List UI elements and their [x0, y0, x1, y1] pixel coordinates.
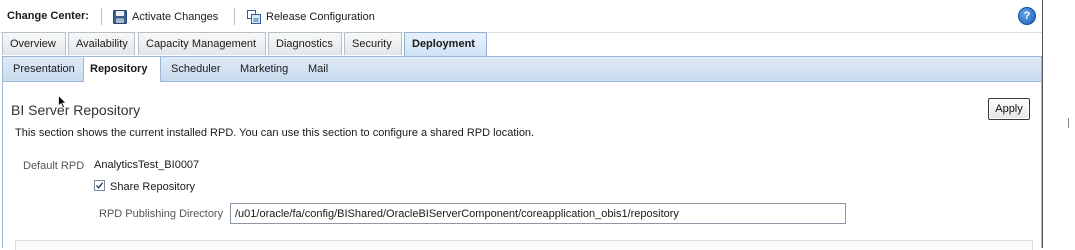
- tab-overview[interactable]: Overview: [2, 32, 66, 55]
- release-configuration-button[interactable]: Release Configuration: [247, 10, 375, 24]
- activate-changes-button[interactable]: Activate Changes: [113, 10, 218, 24]
- resize-grip-icon[interactable]: [1068, 118, 1075, 128]
- activate-changes-label: Activate Changes: [132, 11, 219, 23]
- tab-capacity-management[interactable]: Capacity Management: [138, 32, 266, 55]
- help-icon[interactable]: ?: [1018, 7, 1036, 25]
- tab-availability[interactable]: Availability: [68, 32, 135, 55]
- section-description: This section shows the current installed…: [15, 127, 535, 139]
- change-center-bar: Change Center: Activate Changes Release …: [0, 0, 1042, 33]
- apply-button[interactable]: Apply: [988, 98, 1030, 120]
- divider: [234, 8, 235, 25]
- deployment-subtab-bar: Presentation Repository Scheduler Market…: [2, 56, 1042, 83]
- subtab-scheduler[interactable]: Scheduler: [165, 57, 227, 82]
- tab-security[interactable]: Security: [344, 32, 402, 55]
- default-rpd-value: AnalyticsTest_BI0007: [94, 159, 200, 171]
- share-repository-checkbox[interactable]: [94, 180, 105, 191]
- tab-diagnostics[interactable]: Diagnostics: [268, 32, 342, 55]
- share-repository-label: Share Repository: [110, 181, 195, 193]
- subtab-mail[interactable]: Mail: [302, 57, 334, 82]
- mouse-pointer-icon: [58, 95, 67, 109]
- tab-deployment[interactable]: Deployment: [404, 32, 487, 56]
- default-rpd-label: Default RPD: [23, 160, 85, 172]
- subtab-marketing[interactable]: Marketing: [234, 57, 294, 82]
- subtab-presentation[interactable]: Presentation: [7, 57, 81, 82]
- save-disk-icon: [113, 10, 127, 24]
- bottom-panel: [15, 240, 1033, 250]
- rpd-publishing-directory-input[interactable]: [230, 203, 846, 224]
- checkmark-icon: [95, 182, 104, 189]
- divider: [101, 8, 102, 25]
- section-title: BI Server Repository: [11, 102, 141, 118]
- release-configuration-icon: [247, 10, 261, 24]
- change-center-label: Change Center:: [7, 10, 89, 22]
- release-configuration-label: Release Configuration: [266, 11, 375, 23]
- window-edge: [1042, 0, 1043, 248]
- subtab-repository[interactable]: Repository: [83, 57, 161, 83]
- rpd-publishing-directory-label: RPD Publishing Directory: [99, 208, 224, 220]
